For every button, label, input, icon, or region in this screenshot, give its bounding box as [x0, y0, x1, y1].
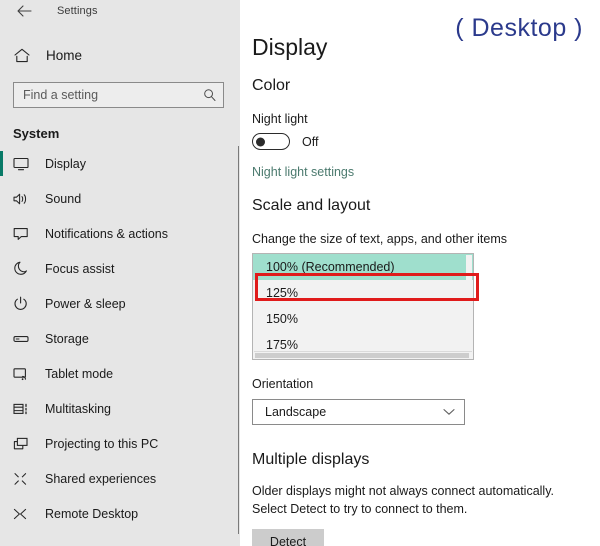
desktop-annotation: ( Desktop ) [455, 14, 583, 42]
tablet-icon [13, 365, 33, 383]
search-input[interactable] [14, 83, 199, 107]
toggle-knob [256, 137, 265, 146]
settings-window: Settings Home System [0, 0, 600, 546]
search-box[interactable] [13, 82, 224, 108]
multitasking-icon [13, 400, 33, 418]
scale-field-label: Change the size of text, apps, and other… [252, 232, 508, 246]
sidebar-item-label: Shared experiences [45, 471, 157, 486]
sidebar-item-storage[interactable]: Storage [0, 321, 240, 356]
notification-icon [13, 225, 33, 243]
speaker-icon [13, 190, 33, 208]
scale-list-horizontal-scrollbar[interactable] [254, 351, 472, 358]
power-icon [13, 295, 33, 313]
sidebar-item-label: Display [45, 156, 86, 171]
sidebar-item-projecting[interactable]: Projecting to this PC [0, 426, 240, 461]
chevron-down-icon[interactable] [443, 408, 455, 416]
sidebar-item-shared-experiences[interactable]: Shared experiences [0, 461, 240, 496]
window-title: Settings [57, 5, 98, 17]
home-icon [13, 46, 31, 64]
sidebar-item-home[interactable]: Home [0, 38, 240, 72]
sidebar-item-notifications[interactable]: Notifications & actions [0, 216, 240, 251]
scale-layout-heading: Scale and layout [252, 197, 371, 214]
sidebar-item-remote-desktop[interactable]: Remote Desktop [0, 496, 240, 531]
night-light-label: Night light [252, 112, 308, 126]
sidebar-item-label: Storage [45, 331, 89, 346]
sidebar-item-label: Focus assist [45, 261, 115, 276]
sidebar-item-label: Tablet mode [45, 366, 114, 381]
sidebar-item-label: Multitasking [45, 401, 111, 416]
sidebar-item-focus-assist[interactable]: Focus assist [0, 251, 240, 286]
scale-option-100[interactable]: 100% (Recommended) [253, 254, 473, 280]
sidebar-scrollbar[interactable] [238, 146, 239, 534]
back-arrow-icon[interactable] [13, 2, 35, 20]
night-light-state: Off [302, 134, 319, 149]
sidebar-item-sound[interactable]: Sound [0, 181, 240, 216]
sidebar-group-title: System [13, 126, 60, 141]
sidebar-home-label: Home [46, 47, 83, 63]
orientation-value: Landscape [265, 405, 327, 419]
scale-list-vertical-scrollbar[interactable] [466, 255, 472, 351]
sidebar-item-label: Notifications & actions [45, 226, 168, 241]
sidebar-item-tablet-mode[interactable]: Tablet mode [0, 356, 240, 391]
moon-icon [13, 260, 33, 278]
share-icon [13, 470, 33, 488]
sidebar-nav-list: Display Sound Notifications & actions Fo… [0, 146, 240, 531]
search-icon[interactable] [203, 89, 216, 102]
sidebar-item-label: Remote Desktop [45, 506, 139, 521]
night-light-toggle[interactable] [252, 133, 290, 150]
scale-option-125[interactable]: 125% [253, 280, 473, 306]
orientation-label: Orientation [252, 377, 314, 391]
sidebar-item-label: Sound [45, 191, 82, 206]
sidebar-item-display[interactable]: Display [0, 146, 240, 181]
scale-option-150[interactable]: 150% [253, 306, 473, 332]
multiple-displays-heading: Multiple displays [252, 451, 370, 468]
scale-dropdown-list[interactable]: 100% (Recommended) 125% 150% 175% [252, 253, 474, 360]
sidebar: Settings Home System [0, 0, 240, 546]
night-light-settings-link[interactable]: Night light settings [252, 165, 354, 179]
main-content: ( Desktop ) Display Color Night light Of… [240, 0, 600, 546]
title-bar: Settings [0, 0, 240, 22]
remote-desktop-icon [13, 505, 33, 523]
multiple-displays-description: Older displays might not always connect … [252, 484, 554, 517]
sidebar-item-label: Power & sleep [45, 296, 126, 311]
detect-button[interactable]: Detect [252, 529, 324, 546]
sidebar-item-multitasking[interactable]: Multitasking [0, 391, 240, 426]
projecting-icon [13, 435, 33, 453]
orientation-dropdown[interactable]: Landscape [252, 399, 465, 425]
scrollbar-thumb[interactable] [255, 353, 469, 358]
sidebar-item-label: Projecting to this PC [45, 436, 159, 451]
monitor-icon [13, 155, 33, 173]
night-light-toggle-row: Off [252, 133, 600, 150]
sidebar-item-power-sleep[interactable]: Power & sleep [0, 286, 240, 321]
color-section-heading: Color [252, 77, 291, 94]
storage-icon [13, 330, 33, 348]
